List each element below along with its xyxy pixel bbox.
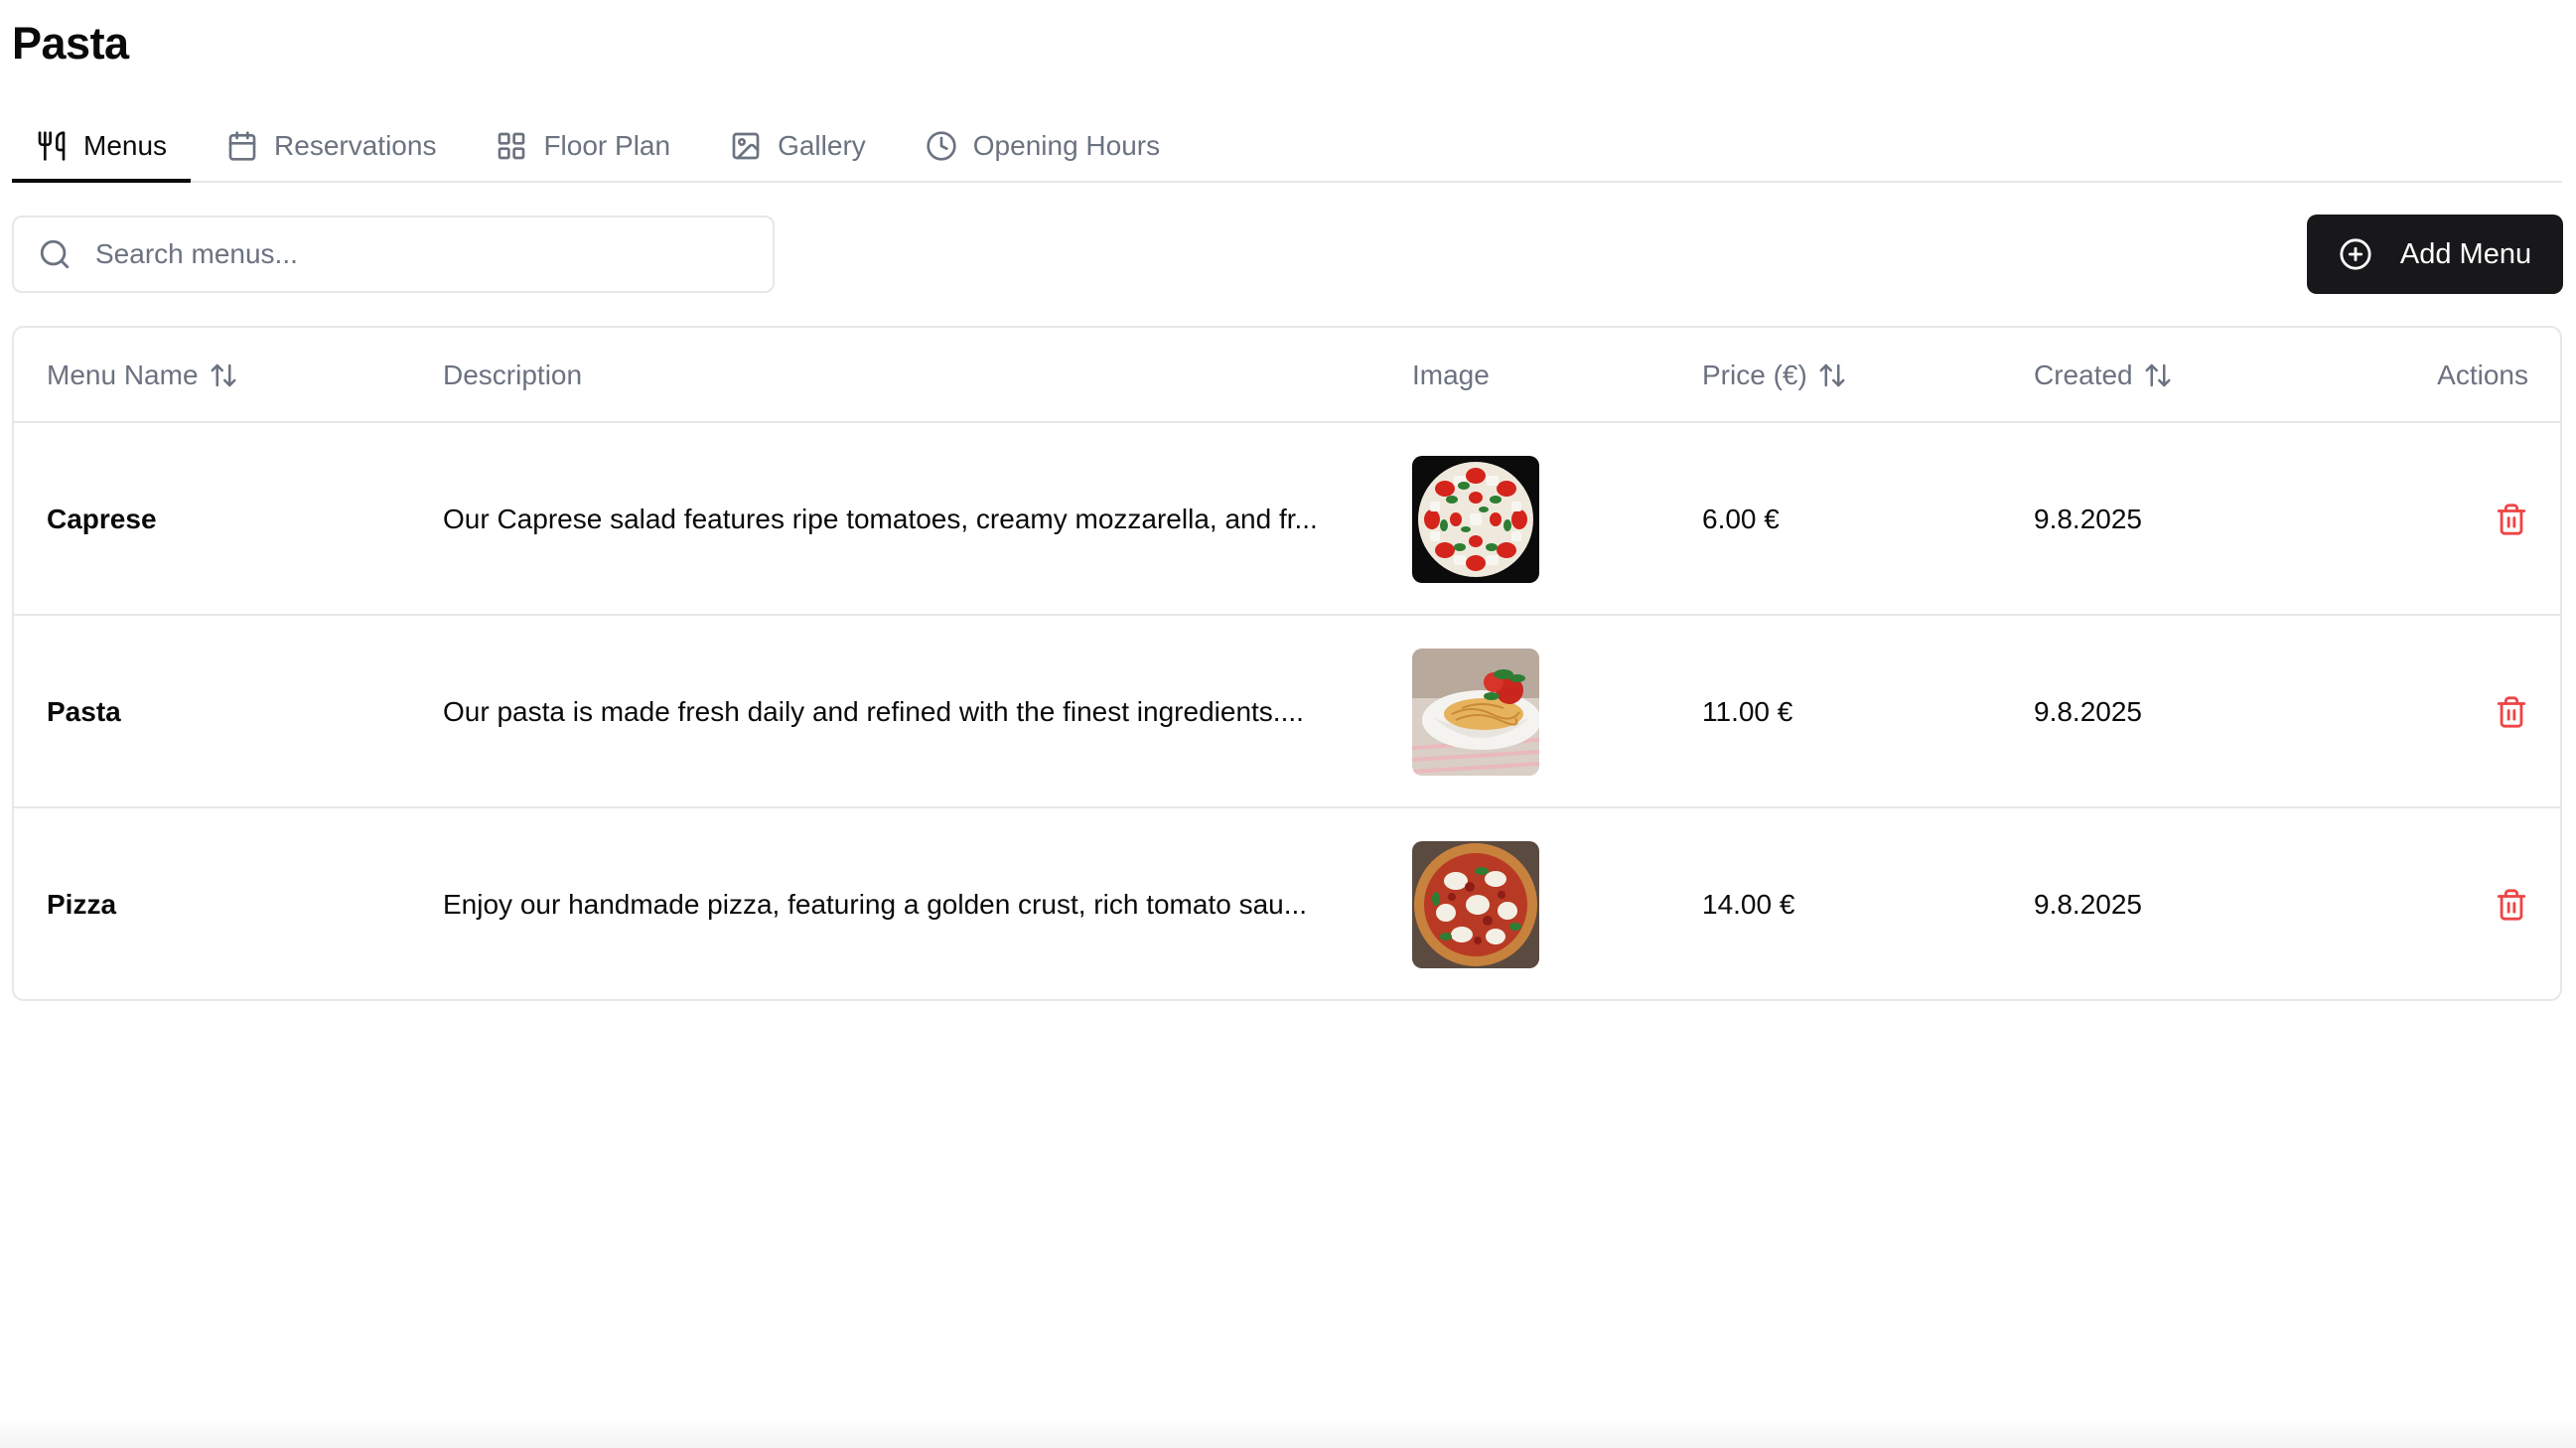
menu-description: Our Caprese salad features ripe tomatoes… (443, 504, 1318, 534)
menu-name: Pizza (47, 889, 117, 920)
column-header-description: Description (443, 360, 583, 390)
search-icon (40, 239, 70, 269)
menu-price: 6.00 € (1702, 504, 1780, 534)
menu-price: 11.00 € (1702, 696, 1793, 727)
menu-description: Our pasta is made fresh daily and refine… (443, 696, 1304, 727)
tab-label: Reservations (274, 130, 437, 161)
utensils-icon (38, 131, 66, 161)
delete-button[interactable] (2495, 616, 2528, 808)
tab-menus[interactable]: Menus (12, 111, 192, 183)
sort-icon (211, 363, 236, 387)
menu-created: 9.8.2025 (2034, 504, 2142, 534)
bottom-fade (0, 1418, 2576, 1448)
menu-name: Pasta (47, 696, 121, 727)
sort-icon (2145, 363, 2171, 387)
menu-name: Caprese (47, 504, 157, 534)
tab-label: Gallery (778, 130, 866, 161)
delete-button[interactable] (2495, 808, 2528, 999)
sort-icon (1819, 363, 1845, 387)
column-header-actions: Actions (2437, 360, 2528, 390)
menu-image-cell (1412, 423, 1539, 616)
column-header-menu-name[interactable]: Menu Name (47, 328, 238, 423)
page-title: Pasta (12, 18, 129, 69)
search-input[interactable] (93, 237, 733, 271)
tab-floor-plan[interactable]: Floor Plan (472, 111, 694, 181)
column-header-image: Image (1412, 360, 1490, 390)
trash-icon (2497, 504, 2526, 535)
table-row: Pasta Our pasta is made fresh daily and … (14, 616, 2560, 808)
calendar-icon (228, 131, 256, 161)
tab-reservations[interactable]: Reservations (203, 111, 460, 181)
tab-gallery[interactable]: Gallery (706, 111, 890, 181)
trash-icon (2497, 696, 2526, 728)
pizza-thumbnail (1412, 841, 1539, 968)
tab-label: Floor Plan (543, 130, 671, 161)
tab-label: Opening Hours (972, 130, 1161, 161)
menu-table: Menu Name Description Image Price (€) Cr… (12, 326, 2562, 1001)
menu-image-cell (1412, 616, 1539, 808)
plus-circle-icon (2340, 238, 2371, 270)
tab-label: Menus (83, 130, 168, 161)
table-header: Menu Name Description Image Price (€) Cr… (14, 328, 2560, 423)
pasta-thumbnail (1412, 649, 1539, 776)
delete-button[interactable] (2495, 423, 2528, 616)
menu-created: 9.8.2025 (2034, 696, 2142, 727)
tab-bar: Menus Reservations Floor Plan Gallery Op… (12, 111, 2562, 183)
add-menu-label: Add Menu (2399, 237, 2532, 270)
table-row: Caprese Our Caprese salad features ripe … (14, 423, 2560, 616)
clock-icon (927, 131, 956, 161)
menu-created: 9.8.2025 (2034, 889, 2142, 920)
add-menu-button[interactable]: Add Menu (2307, 215, 2563, 294)
column-header-created[interactable]: Created (2034, 328, 2173, 423)
image-icon (732, 132, 760, 160)
tab-opening-hours[interactable]: Opening Hours (902, 111, 1184, 181)
search-box (12, 216, 775, 293)
trash-icon (2497, 889, 2526, 921)
menu-price: 14.00 € (1702, 889, 1795, 920)
caprese-thumbnail (1412, 456, 1539, 583)
grid-icon (499, 132, 525, 160)
column-header-price[interactable]: Price (€) (1702, 328, 1847, 423)
menu-description: Enjoy our handmade pizza, featuring a go… (443, 889, 1308, 920)
menu-image-cell (1412, 808, 1539, 999)
table-row: Pizza Enjoy our handmade pizza, featurin… (14, 808, 2560, 999)
